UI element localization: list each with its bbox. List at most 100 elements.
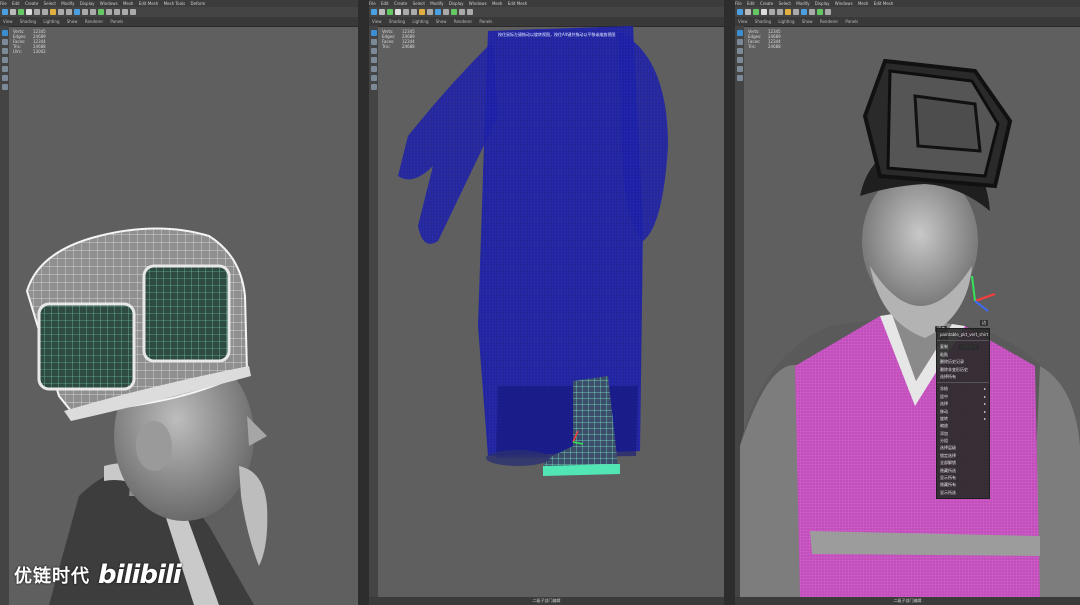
modeling-toolkit-icon[interactable] [106,9,112,15]
select-tool-icon[interactable] [2,9,8,15]
ipr-render-icon[interactable] [82,9,88,15]
modeling-toolkit-icon[interactable] [459,9,465,15]
panel-menu-shading[interactable]: Shading [20,19,36,24]
last-tool-icon[interactable] [1,84,8,90]
menu-windows[interactable]: Windows [469,1,487,6]
move-tool-icon[interactable] [26,9,32,15]
move-icon[interactable] [1,57,8,63]
paint-tool-icon[interactable] [18,9,24,15]
menu-create[interactable]: Create [760,1,773,6]
panel-menu-show[interactable]: Show [802,19,813,24]
menu-item-freeze[interactable]: 冻结 ▸ [937,385,989,392]
snap-curve-icon[interactable] [427,9,433,15]
menu-item-show-selection[interactable]: 显示所选 [937,489,989,496]
middle-3d-viewport[interactable]: 按住鼠标左键拖动以旋转视图，按住Alt键并拖动以平移或缩放视图 [378,26,724,605]
rotate-tool-icon[interactable] [34,9,40,15]
menu-item-group[interactable]: 分组 [937,437,989,444]
panel-menu-renderer[interactable]: Renderer [454,19,472,24]
paint-tool-icon[interactable] [387,9,393,15]
menu-item-rotate[interactable]: 旋转 ▸ [937,415,989,422]
lasso-tool-icon[interactable] [10,9,16,15]
menu-edit[interactable]: Edit [747,1,755,6]
menu-deform[interactable]: Deform [191,1,206,6]
panel-menu-panels[interactable]: Panels [845,19,858,24]
snap-grid-icon[interactable] [785,9,791,15]
left-3d-viewport[interactable] [9,26,358,605]
panel-menu-view[interactable]: View [372,19,382,24]
menu-item-delete-history[interactable]: 删除历史记录 [937,358,989,365]
rotate-tool-icon[interactable] [769,9,775,15]
menu-select[interactable]: Select [779,1,791,6]
menu-item-select-hierarchy[interactable]: 选择层级 [937,444,989,451]
menu-file[interactable]: File [735,1,742,6]
menu-item-hide-all[interactable]: 隐藏所有 [937,481,989,488]
menu-display[interactable]: Display [80,1,95,6]
panel-menu-renderer[interactable]: Renderer [85,19,103,24]
menu-item-show-all[interactable]: 显示所有 [937,474,989,481]
render-icon[interactable] [74,9,80,15]
lasso-icon[interactable] [370,39,377,45]
rotate-icon[interactable] [370,66,377,72]
toolbox[interactable] [369,26,378,605]
menu-item-paste[interactable]: 粘贴 [937,351,989,358]
panel-menu-shading[interactable]: Shading [755,19,771,24]
menu-file[interactable]: File [369,1,376,6]
panel-menu-panels[interactable]: Panels [479,19,492,24]
menu-select[interactable]: Select [44,1,56,6]
attribute-editor-icon[interactable] [467,9,473,15]
render-settings-icon[interactable] [809,9,815,15]
menu-mesh[interactable]: Mesh [123,1,134,6]
rotate-tool-icon[interactable] [403,9,409,15]
scale-tool-icon[interactable] [411,9,417,15]
move-tool-icon[interactable] [761,9,767,15]
rotate-icon[interactable] [1,66,8,72]
menu-item-scale[interactable]: 缩放 [937,422,989,429]
menu-item-lock-selection[interactable]: 锁定选择 [937,452,989,459]
toolbox[interactable] [0,26,9,605]
scale-tool-icon[interactable] [42,9,48,15]
menu-display[interactable]: Display [815,1,830,6]
paint-select-icon[interactable] [370,48,377,54]
menu-mesh[interactable]: Mesh [492,1,503,6]
scale-icon[interactable] [1,75,8,81]
lasso-tool-icon[interactable] [379,9,385,15]
menu-windows[interactable]: Windows [100,1,118,6]
panel-menu-lighting[interactable]: Lighting [43,19,59,24]
select-icon[interactable] [1,30,8,36]
render-icon[interactable] [801,9,807,15]
menu-item-add[interactable]: 添加 [937,430,989,437]
right-3d-viewport[interactable]: 顶点 边 面 对象模式 paintable_pkt_vert_shirt 复制 … [740,26,1080,605]
menu-modify[interactable]: Modify [430,1,443,6]
panel-menu-panels[interactable]: Panels [110,19,123,24]
snap-grid-icon[interactable] [419,9,425,15]
hypershade-icon[interactable] [98,9,104,15]
select-icon[interactable] [370,30,377,36]
tool-settings-icon[interactable] [122,9,128,15]
snap-curve-icon[interactable] [58,9,64,15]
menu-mesh-tools[interactable]: Mesh Tools [164,1,186,6]
select-tool-icon[interactable] [371,9,377,15]
menu-item-hide-selection[interactable]: 隐藏所选 [937,467,989,474]
render-settings-icon[interactable] [443,9,449,15]
snap-point-icon[interactable] [66,9,72,15]
menubar[interactable]: File Edit Create Select Modify Display W… [735,0,1080,7]
menu-item-move[interactable]: 移动 ▸ [937,408,989,415]
scale-tool-icon[interactable] [777,9,783,15]
panel-menu-show[interactable]: Show [67,19,78,24]
attribute-editor-icon[interactable] [114,9,120,15]
shelf-toolbar[interactable] [0,7,358,17]
snap-grid-icon[interactable] [50,9,56,15]
menu-windows[interactable]: Windows [835,1,853,6]
panel-menu-lighting[interactable]: Lighting [412,19,428,24]
lasso-icon[interactable] [1,39,8,45]
menu-item-copy[interactable]: 复制 [937,343,989,350]
panel-menu-lighting[interactable]: Lighting [778,19,794,24]
paint-select-icon[interactable] [1,48,8,54]
menu-display[interactable]: Display [449,1,464,6]
menu-edit[interactable]: Edit [381,1,389,6]
shelf-toolbar[interactable] [369,7,724,17]
menu-item-select-all[interactable]: 选择所有 [937,373,989,380]
menu-item-select[interactable]: 选择 ▸ [937,400,989,407]
select-tool-icon[interactable] [737,9,743,15]
channel-box-icon[interactable] [130,9,136,15]
